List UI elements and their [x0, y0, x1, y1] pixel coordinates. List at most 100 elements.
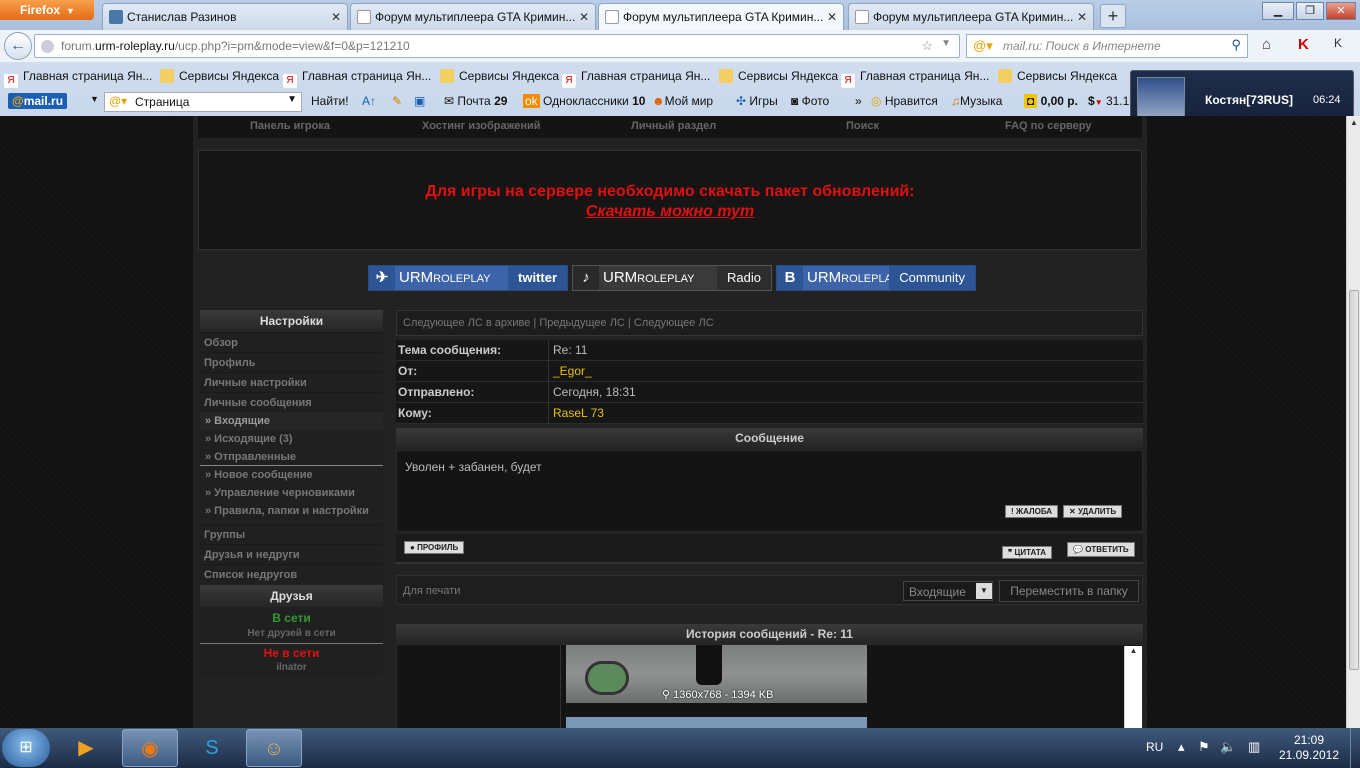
sidebar-item-groups[interactable]: Группы — [200, 524, 383, 544]
close-icon[interactable]: ✕ — [827, 10, 837, 24]
chevron-down-icon[interactable]: ▼ — [287, 94, 297, 105]
zoom-page-icon[interactable]: ▣ — [414, 94, 425, 108]
nav-personal-section[interactable]: Личный раздел — [631, 120, 716, 132]
sidebar-item-overview[interactable]: Обзор — [200, 332, 383, 352]
nav-faq[interactable]: FAQ по серверу — [1005, 120, 1091, 132]
scrollbar-thumb[interactable] — [1349, 290, 1359, 670]
page-scrollbar[interactable]: ▲ — [1346, 116, 1360, 728]
radio-button[interactable]: ♪ URMROLEPLAY Radio — [572, 265, 772, 291]
download-link[interactable]: Скачать можно тут — [199, 203, 1141, 221]
arrow-up-icon[interactable]: ▲ — [1347, 116, 1360, 130]
media-player-icon[interactable]: ▶ — [58, 729, 114, 767]
profile-button[interactable]: ● ПРОФИЛЬ — [404, 541, 465, 554]
sidebar-sub-sent[interactable]: » Отправленные — [200, 448, 383, 466]
likes-link[interactable]: ◎ Нравится — [871, 94, 938, 108]
mailru-search-field[interactable]: @▾ Страница ▼ — [104, 92, 302, 112]
sidebar-sub-drafts[interactable]: » Управление черновиками — [200, 484, 383, 502]
twitter-button[interactable]: ✈ URMROLEPLAY twitter — [368, 265, 568, 291]
bookmark-item[interactable]: Я Главная страница Ян... — [562, 69, 710, 88]
firefox-menu-button[interactable]: Firefox ▼ — [0, 0, 94, 20]
close-icon[interactable]: ✕ — [331, 10, 341, 24]
maximize-button[interactable]: ❐ — [1296, 2, 1324, 20]
prev-pm-link[interactable]: Предыдущее ЛС — [539, 317, 625, 329]
bookmark-folder[interactable]: Сервисы Яндекса — [440, 69, 559, 83]
home-icon[interactable]: ⌂ — [1262, 36, 1271, 53]
reply-button[interactable]: 💬 ОТВЕТИТЬ — [1067, 542, 1135, 557]
next-pm-link[interactable]: Следующее ЛС — [634, 317, 714, 329]
flag-icon[interactable]: ⚑ — [1198, 739, 1210, 755]
close-icon[interactable]: ✕ — [579, 10, 589, 24]
sidebar-item-personal-settings[interactable]: Личные настройки — [200, 372, 383, 392]
sidebar-sub-rules-folders[interactable]: » Правила, папки и настройки — [200, 502, 383, 520]
sidebar-item-foes-list[interactable]: Список недругов — [200, 564, 383, 584]
vk-community-button[interactable]: B URMROLEPLAY Community — [776, 265, 976, 291]
bookmark-folder[interactable]: Сервисы Яндекса — [160, 69, 279, 83]
url-bar[interactable]: forum.urm-roleplay.ru/ucp.php?i=pm&mode=… — [34, 34, 960, 58]
nav-image-hosting[interactable]: Хостинг изображений — [422, 120, 541, 132]
addon-icon[interactable]: K — [1334, 36, 1342, 50]
games-link[interactable]: ✣ Игры — [736, 94, 778, 108]
tab[interactable]: Форум мультиплеера GTA Кримин... ✕ — [848, 3, 1094, 30]
start-button[interactable]: ⊞ — [2, 729, 50, 767]
photo-link[interactable]: ◙ Фото — [791, 94, 829, 108]
kaspersky-icon[interactable]: K — [1298, 36, 1309, 53]
more-button[interactable]: » — [855, 94, 862, 108]
money-link[interactable]: ◘ 0,00 р. — [1024, 94, 1078, 108]
move-to-folder-button[interactable]: Переместить в папку — [999, 580, 1139, 602]
clock[interactable]: 21:09 21.09.2012 — [1276, 733, 1342, 763]
currency-rate[interactable]: $▼ 31.17 — [1088, 94, 1136, 108]
nav-search[interactable]: Поиск — [846, 120, 879, 132]
sidebar-sub-new-message[interactable]: » Новое сообщение — [200, 466, 383, 484]
sidebar-sub-inbox[interactable]: » Входящие — [200, 412, 383, 430]
next-archive-link[interactable]: Следующее ЛС в архиве — [403, 317, 530, 329]
music-link[interactable]: ♫Музыка — [951, 94, 1002, 108]
close-window-button[interactable]: ✕ — [1326, 2, 1356, 20]
chevron-down-icon[interactable]: ▼ — [90, 94, 99, 104]
arrow-up-icon[interactable]: ▲ — [1130, 646, 1138, 655]
chevron-up-icon[interactable]: ▴ — [1178, 739, 1185, 755]
tab[interactable]: Форум мультиплеера GTA Кримин... ✕ — [350, 3, 596, 30]
mail-link[interactable]: ✉ Почта 29 — [444, 94, 507, 108]
bookmark-item[interactable]: Я Главная страница Ян... — [841, 69, 989, 88]
volume-icon[interactable]: 🔈 — [1220, 739, 1236, 755]
tab[interactable]: Станислав Разинов ✕ — [102, 3, 348, 30]
bookmark-item[interactable]: Я Главная страница Ян... — [283, 69, 431, 88]
odnoklassniki-link[interactable]: ok Одноклассники 10 — [523, 94, 645, 108]
search-icon[interactable]: ⚲ — [1231, 37, 1241, 53]
chevron-down-icon[interactable]: ▼ — [941, 38, 951, 49]
bookmark-folder[interactable]: Сервисы Яндекса — [998, 69, 1117, 83]
firefox-icon[interactable]: ◉ — [122, 729, 178, 767]
nav-player-panel[interactable]: Панель игрока — [250, 120, 330, 132]
game-icon[interactable]: ☺ — [246, 729, 302, 767]
show-desktop-button[interactable] — [1350, 728, 1360, 768]
close-icon[interactable]: ✕ — [1077, 10, 1087, 24]
sidebar-item-private-messages[interactable]: Личные сообщения — [200, 392, 383, 412]
new-tab-button[interactable]: + — [1100, 4, 1126, 28]
sender-link[interactable]: _Egor_ — [553, 364, 592, 378]
highlighter-icon[interactable]: ✎ — [392, 94, 402, 108]
myworld-link[interactable]: ☻Мой мир — [652, 94, 713, 108]
font-size-icon[interactable]: A↑ — [362, 94, 376, 108]
folder-select[interactable]: Входящие ▼ — [903, 581, 993, 601]
bookmark-star-icon[interactable]: ☆ — [921, 38, 933, 54]
print-link[interactable]: Для печати — [403, 585, 460, 597]
bookmark-item[interactable]: Я Главная страница Ян... — [4, 69, 152, 88]
find-button[interactable]: Найти! — [311, 94, 349, 108]
network-icon[interactable]: ▥ — [1248, 739, 1260, 755]
language-indicator[interactable]: RU — [1146, 740, 1163, 754]
report-button[interactable]: ! ЖАЛОБА — [1005, 505, 1059, 518]
offline-user[interactable]: ilnator — [200, 662, 383, 673]
tab-active[interactable]: Форум мультиплеера GTA Кримин... ✕ — [598, 3, 844, 30]
screenshot-thumbnail[interactable]: ⚲ 1360x768 - 1394 KB — [566, 645, 867, 703]
screenshot-thumbnail[interactable] — [566, 717, 867, 728]
minimize-button[interactable]: ▁ — [1262, 2, 1294, 20]
quote-button[interactable]: ❞ ЦИТАТА — [1002, 546, 1053, 559]
back-button[interactable]: ← — [4, 32, 32, 60]
sidebar-item-friends-foes[interactable]: Друзья и недруги — [200, 544, 383, 564]
mailru-logo[interactable]: @mail.ru — [8, 93, 68, 109]
search-input[interactable]: @▾ mail.ru: Поиск в Интернете ⚲ — [966, 34, 1248, 58]
history-scrollbar[interactable]: ▲ — [1124, 646, 1142, 728]
recipient-link[interactable]: RaseL 73 — [553, 406, 604, 420]
sidebar-sub-outbox[interactable]: » Исходящие (3) — [200, 430, 383, 448]
skype-icon[interactable]: S — [184, 729, 240, 767]
